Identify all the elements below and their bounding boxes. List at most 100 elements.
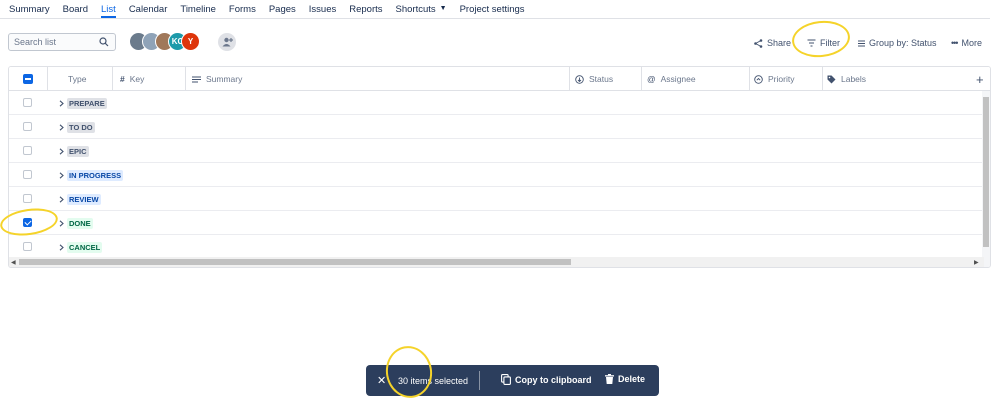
- tab-list[interactable]: List: [101, 0, 116, 18]
- column-header-status[interactable]: Status: [575, 67, 613, 91]
- column-header-labels[interactable]: Labels: [827, 67, 866, 91]
- tab-label: Pages: [268, 4, 296, 15]
- column-divider: [641, 67, 642, 91]
- column-header-assignee[interactable]: @ Assignee: [647, 67, 696, 91]
- tab-reports[interactable]: Reports: [349, 0, 382, 18]
- tab-shortcuts[interactable]: Shortcuts ▼: [396, 0, 447, 18]
- group-by-label: Group by: Status: [869, 38, 937, 48]
- at-icon: @: [647, 74, 656, 84]
- share-icon: [754, 38, 763, 48]
- search-icon: [99, 37, 109, 47]
- search-box[interactable]: [8, 33, 116, 51]
- search-input[interactable]: [14, 37, 94, 47]
- column-header-key[interactable]: # Key: [120, 67, 144, 91]
- tab-calendar[interactable]: Calendar: [129, 0, 168, 18]
- chevron-down-icon: ▼: [439, 5, 447, 12]
- column-header-summary[interactable]: Summary: [192, 67, 242, 91]
- column-label: Labels: [841, 74, 867, 84]
- avatar-group: KC Y: [129, 32, 200, 52]
- column-divider: [822, 67, 823, 91]
- scroll-left-icon[interactable]: ◀: [11, 259, 16, 266]
- column-divider: [185, 67, 186, 91]
- tab-label: Board: [62, 4, 89, 15]
- column-header-priority[interactable]: Priority: [754, 67, 794, 91]
- tab-forms[interactable]: Forms: [229, 0, 256, 18]
- tab-board[interactable]: Board: [63, 0, 88, 18]
- share-label: Share: [767, 38, 792, 48]
- tab-pages[interactable]: Pages: [269, 0, 296, 18]
- tab-label: Forms: [228, 4, 256, 15]
- column-divider: [112, 67, 113, 91]
- table-header: Type # Key Summary Status @ Assignee Prior…: [9, 67, 990, 91]
- highlight-circle-filter: [790, 18, 852, 60]
- add-people-button[interactable]: [218, 33, 236, 51]
- avatar[interactable]: Y: [181, 32, 200, 51]
- row-checkbox[interactable]: [23, 194, 32, 203]
- project-nav: Summary Board List Calendar Timeline For…: [0, 0, 998, 18]
- tab-label: Timeline: [180, 4, 216, 15]
- expand-chevron-icon[interactable]: [56, 169, 66, 181]
- status-icon: [575, 74, 584, 84]
- vertical-scrollbar[interactable]: [982, 91, 990, 267]
- plus-icon: +: [976, 71, 984, 87]
- status-lozenge: EPIC: [67, 146, 89, 157]
- hash-icon: #: [120, 74, 125, 84]
- group-by-icon: [858, 40, 865, 46]
- delete-button[interactable]: Delete: [605, 374, 645, 384]
- scrollbar-thumb[interactable]: [983, 97, 989, 247]
- group-by-button[interactable]: Group by: Status: [858, 36, 937, 50]
- tab-issues[interactable]: Issues: [309, 0, 336, 18]
- expand-chevron-icon[interactable]: [56, 145, 66, 157]
- tab-summary[interactable]: Summary: [9, 0, 50, 18]
- add-person-icon: [222, 37, 233, 47]
- tab-label: Project settings: [459, 4, 525, 15]
- expand-chevron-icon[interactable]: [56, 193, 66, 205]
- tab-label: List: [101, 4, 116, 15]
- column-label: Priority: [768, 74, 795, 84]
- row-checkbox[interactable]: [23, 98, 32, 107]
- group-row-review[interactable]: REVIEW: [9, 187, 984, 211]
- group-row-todo[interactable]: TO DO: [9, 115, 984, 139]
- tab-timeline[interactable]: Timeline: [180, 0, 216, 18]
- add-column-button[interactable]: +: [976, 67, 984, 91]
- nav-divider: [0, 18, 990, 19]
- share-button[interactable]: Share: [754, 36, 791, 50]
- copy-to-clipboard-button[interactable]: Copy to clipboard: [501, 374, 592, 385]
- scroll-right-icon[interactable]: ▶: [974, 259, 979, 266]
- select-all-checkbox[interactable]: [23, 74, 33, 84]
- column-label: Key: [129, 74, 145, 84]
- issue-list-table: Type # Key Summary Status @ Assignee Prior…: [8, 66, 991, 268]
- scrollbar-thumb[interactable]: [19, 259, 571, 265]
- close-icon[interactable]: ✕: [377, 374, 386, 387]
- group-row-epic[interactable]: EPIC: [9, 139, 984, 163]
- group-row-done[interactable]: DONE: [9, 211, 984, 235]
- avatar-initials: Y: [187, 37, 194, 46]
- group-row-cancel[interactable]: CANCEL: [9, 235, 984, 259]
- row-checkbox[interactable]: [23, 170, 32, 179]
- group-row-in-progress[interactable]: IN PROGRESS: [9, 163, 984, 187]
- more-button[interactable]: ••• More: [951, 36, 982, 50]
- row-checkbox[interactable]: [23, 242, 32, 251]
- status-lozenge: PREPARE: [67, 98, 107, 109]
- column-label: Summary: [206, 74, 243, 84]
- tag-icon: [827, 75, 836, 83]
- horizontal-scrollbar[interactable]: ◀ ▶: [9, 257, 984, 267]
- more-icon: •••: [951, 38, 959, 48]
- group-row-prepare[interactable]: PREPARE: [9, 91, 984, 115]
- row-checkbox[interactable]: [23, 146, 32, 155]
- copy-label: Copy to clipboard: [515, 374, 592, 385]
- tab-label: Summary: [9, 4, 50, 15]
- status-lozenge: IN PROGRESS: [67, 170, 124, 181]
- column-label: Assignee: [660, 74, 696, 84]
- tab-project-settings[interactable]: Project settings: [460, 0, 525, 18]
- column-divider: [47, 67, 48, 91]
- copy-icon: [501, 374, 511, 385]
- column-divider: [749, 67, 750, 91]
- expand-chevron-icon[interactable]: [56, 121, 66, 133]
- status-lozenge: DONE: [67, 218, 93, 229]
- row-checkbox[interactable]: [23, 122, 32, 131]
- expand-chevron-icon[interactable]: [56, 97, 66, 109]
- expand-chevron-icon[interactable]: [56, 241, 66, 253]
- priority-icon: [754, 74, 763, 84]
- column-header-type[interactable]: Type: [68, 67, 86, 91]
